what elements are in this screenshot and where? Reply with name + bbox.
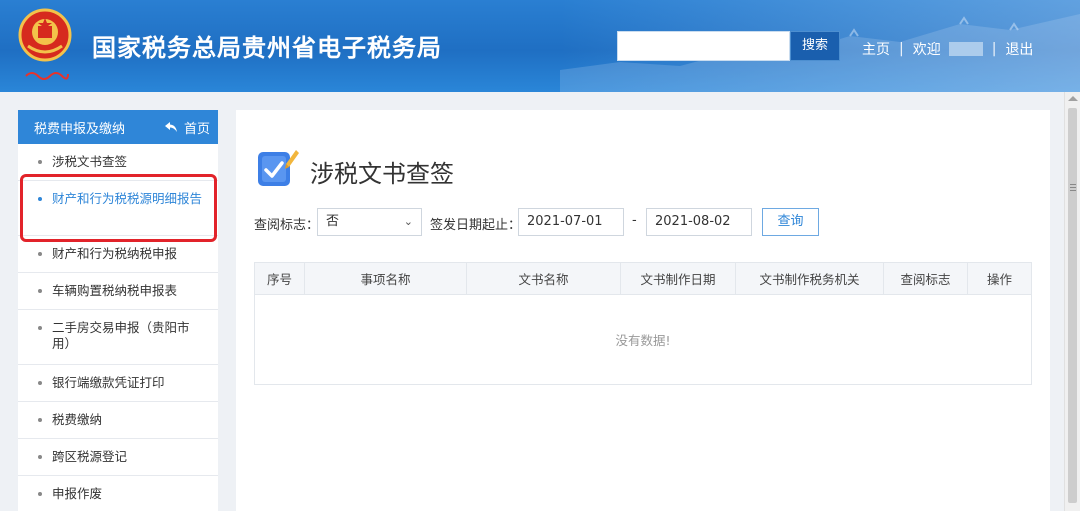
sidebar-item-declaration-void[interactable]: 申报作废 — [18, 476, 218, 511]
site-title: 国家税务总局贵州省电子税务局 — [92, 34, 442, 62]
sidebar-header: 税费申报及缴纳 首页 — [18, 110, 218, 144]
sidebar-home-label: 首页 — [183, 121, 210, 137]
welcome-text: 欢迎 — [912, 42, 941, 58]
sidebar-heading: 税费申报及缴纳 — [34, 121, 126, 137]
site-header: 国家税务总局贵州省电子税务局 搜索 主页 | 欢迎 | 退出 — [0, 0, 1080, 92]
read-flag-label: 查阅标志： — [254, 218, 320, 233]
search-input[interactable] — [617, 31, 790, 61]
main-panel: 涉税文书查签 查阅标志： 否 ⌄ 签发日期起止： 2021-07-01 - 20… — [236, 110, 1050, 511]
column-header: 文书名称 — [467, 263, 621, 294]
date-range-separator: - — [632, 213, 637, 228]
back-arrow-icon — [164, 122, 177, 132]
home-link[interactable]: 主页 — [862, 39, 890, 59]
chevron-down-icon: ⌄ — [403, 215, 413, 228]
top-nav: 主页 | 欢迎 | 退出 — [862, 39, 1033, 59]
logout-link[interactable]: 退出 — [1005, 39, 1033, 59]
sidebar-item-cross-region-registration[interactable]: 跨区税源登记 — [18, 439, 218, 476]
sidebar-item-bank-payment-voucher[interactable]: 银行端缴款凭证打印 — [18, 365, 218, 402]
date-from-input[interactable]: 2021-07-01 — [518, 208, 624, 236]
highlight-annotation-box — [20, 174, 217, 242]
column-header: 文书制作日期 — [621, 263, 736, 294]
date-range-label: 签发日期起止： — [430, 218, 522, 233]
table-header: 序号 事项名称 文书名称 文书制作日期 文书制作税务机关 查阅标志 操作 — [255, 263, 1031, 295]
query-button[interactable]: 查询 — [762, 208, 819, 236]
sidebar-item-vehicle-purchase-tax[interactable]: 车辆购置税纳税申报表 — [18, 273, 218, 310]
date-to-input[interactable]: 2021-08-02 — [646, 208, 752, 236]
sidebar-home-link[interactable]: 首页 — [164, 118, 210, 137]
sidebar: 税费申报及缴纳 首页 涉税文书查签 财产和行为税税源明细报告 财产和行为税纳税申… — [18, 110, 218, 511]
column-header: 序号 — [255, 263, 305, 294]
document-check-icon — [258, 150, 299, 186]
documents-table: 序号 事项名称 文书名称 文书制作日期 文书制作税务机关 查阅标志 操作 没有数… — [254, 262, 1032, 385]
scrollbar-grip-icon — [1070, 184, 1076, 185]
empty-table-message: 没有数据! — [615, 333, 671, 348]
nav-separator: | — [899, 41, 904, 57]
page-title: 涉税文书查签 — [310, 160, 454, 188]
read-flag-select[interactable]: 否 ⌄ — [317, 208, 422, 236]
tax-emblem-icon — [18, 8, 72, 62]
nav-separator: | — [991, 41, 997, 57]
scrollbar-thumb[interactable] — [1068, 108, 1077, 503]
page-scrollbar[interactable] — [1064, 92, 1080, 511]
sidebar-item-tax-payment[interactable]: 税费缴纳 — [18, 402, 218, 439]
search-button[interactable]: 搜索 — [790, 31, 840, 61]
scroll-up-arrow-icon[interactable] — [1068, 96, 1078, 101]
read-flag-value: 否 — [326, 214, 340, 229]
column-header: 事项名称 — [305, 263, 467, 294]
column-header: 文书制作税务机关 — [736, 263, 884, 294]
column-header: 操作 — [986, 272, 1012, 287]
username-redacted — [948, 42, 983, 56]
sidebar-item-second-hand-house[interactable]: 二手房交易申报（贵阳市用） — [18, 310, 218, 365]
column-header: 查阅标志 — [884, 263, 968, 294]
emblem-caption-icon — [25, 72, 69, 80]
